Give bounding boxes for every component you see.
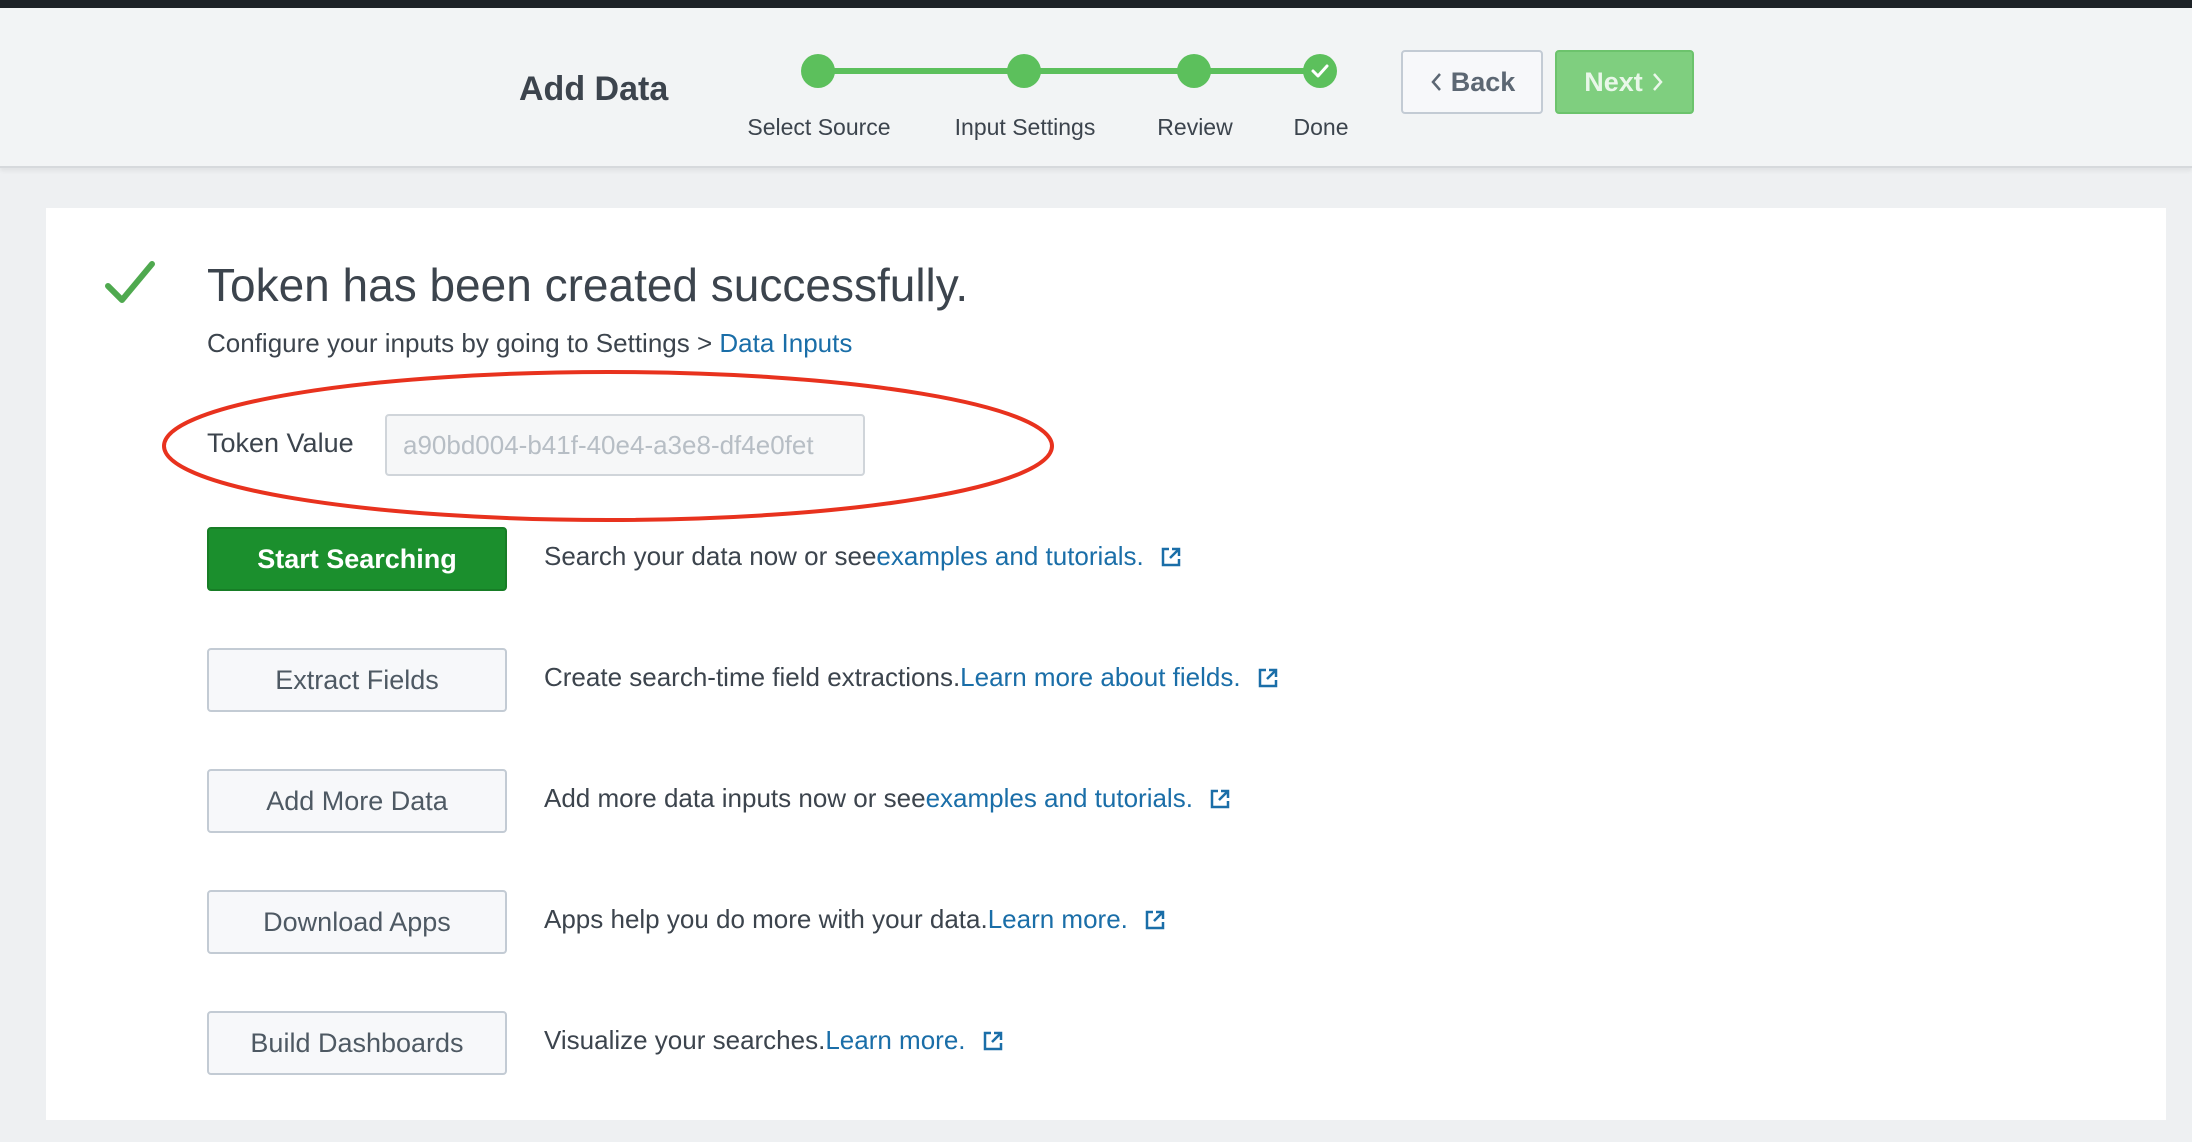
external-link-icon[interactable] xyxy=(982,1030,1004,1052)
annotation-ellipse xyxy=(162,370,1054,522)
build-dashboards-description: Visualize your searches. Learn more. xyxy=(544,1025,1004,1056)
description-text: Apps help you do more with your data. xyxy=(544,904,988,934)
external-link-icon[interactable] xyxy=(1257,667,1279,689)
description-text: Create search-time field extractions. xyxy=(544,662,961,692)
examples-tutorials-link[interactable]: examples and tutorials. xyxy=(876,541,1143,572)
step-label-review: Review xyxy=(1157,114,1233,140)
step-connector xyxy=(1194,68,1320,74)
add-more-data-description: Add more data inputs now or see examples… xyxy=(544,783,1231,814)
chevron-right-icon xyxy=(1652,73,1663,91)
extract-fields-button[interactable]: Extract Fields xyxy=(207,648,507,712)
next-button-label: Next xyxy=(1584,66,1643,97)
download-apps-button[interactable]: Download Apps xyxy=(207,890,507,954)
step-dot-select-source xyxy=(801,54,835,88)
top-bar xyxy=(0,0,2192,8)
extract-fields-description: Create search-time field extractions. Le… xyxy=(544,662,1279,693)
add-data-header: Add Data Select Source Input Settings Re… xyxy=(0,8,2192,168)
learn-more-fields-link[interactable]: Learn more about fields. xyxy=(960,662,1240,693)
success-check-icon xyxy=(105,261,155,303)
checkmark-icon xyxy=(1311,64,1329,78)
external-link-icon[interactable] xyxy=(1160,546,1182,568)
step-connector xyxy=(818,68,1024,74)
examples-tutorials-link[interactable]: examples and tutorials. xyxy=(926,783,1193,814)
description-text: Visualize your searches. xyxy=(544,1025,826,1055)
configure-text: Configure your inputs by going to Settin… xyxy=(207,328,720,358)
chevron-left-icon xyxy=(1431,73,1441,91)
start-searching-description: Search your data now or see examples and… xyxy=(544,541,1182,572)
description-text: Add more data inputs now or see xyxy=(544,783,926,813)
step-dot-review xyxy=(1177,54,1211,88)
progress-stepper: Select Source Input Settings Review Done xyxy=(0,8,2192,168)
step-dot-done xyxy=(1303,54,1337,88)
back-button[interactable]: Back xyxy=(1401,50,1543,114)
build-dashboards-button[interactable]: Build Dashboards xyxy=(207,1011,507,1075)
step-label-select-source: Select Source xyxy=(747,114,891,140)
success-title: Token has been created successfully. xyxy=(207,259,969,311)
step-dot-input-settings xyxy=(1007,54,1041,88)
description-text: Search your data now or see xyxy=(544,541,877,571)
data-inputs-link[interactable]: Data Inputs xyxy=(719,328,852,358)
step-label-input-settings: Input Settings xyxy=(954,114,1096,140)
learn-more-link[interactable]: Learn more. xyxy=(988,904,1128,935)
next-button[interactable]: Next xyxy=(1555,50,1694,114)
configure-instructions: Configure your inputs by going to Settin… xyxy=(207,328,852,359)
step-label-done: Done xyxy=(1293,114,1349,140)
download-apps-description: Apps help you do more with your data. Le… xyxy=(544,904,1166,935)
back-button-label: Back xyxy=(1450,66,1516,97)
start-searching-button[interactable]: Start Searching xyxy=(207,527,507,591)
external-link-icon[interactable] xyxy=(1209,788,1231,810)
step-connector xyxy=(1024,68,1194,74)
learn-more-link[interactable]: Learn more. xyxy=(825,1025,965,1056)
add-more-data-button[interactable]: Add More Data xyxy=(207,769,507,833)
external-link-icon[interactable] xyxy=(1144,909,1166,931)
